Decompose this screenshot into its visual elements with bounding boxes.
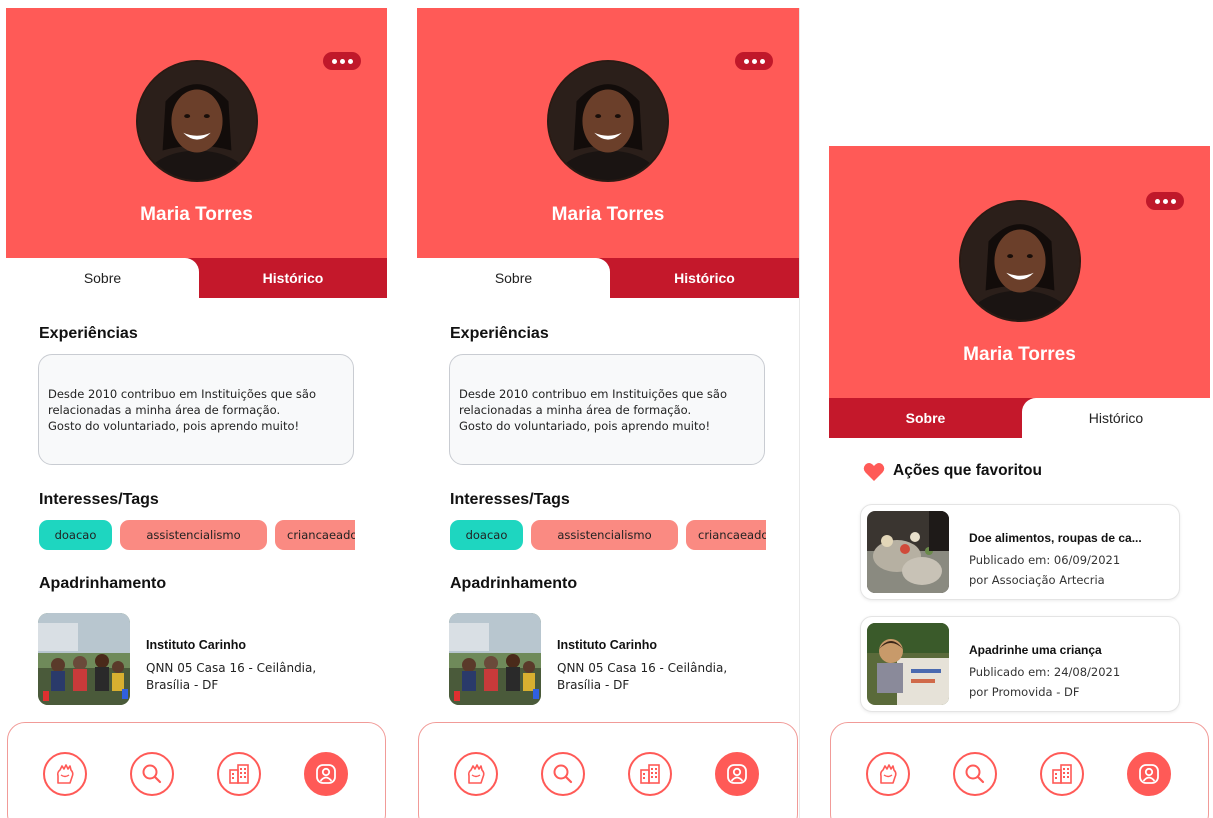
avatar	[135, 60, 258, 182]
bottom-navigation	[418, 722, 798, 818]
profile-header: Maria Torres	[417, 8, 799, 258]
nav-search[interactable]	[130, 752, 174, 796]
profile-header: Maria Torres	[6, 8, 387, 258]
favorite-card-title: Apadrinhe uma criança	[969, 643, 1102, 657]
nav-search[interactable]	[541, 752, 585, 796]
tag-chip[interactable]: doacao	[450, 520, 523, 550]
nav-hand-heart[interactable]	[866, 752, 910, 796]
avatar-photo	[549, 62, 667, 180]
nav-search[interactable]	[953, 752, 997, 796]
nav-institutions[interactable]	[1040, 752, 1084, 796]
experiences-title: Experiências	[450, 325, 549, 342]
sponsorship-title: Apadrinhamento	[39, 575, 167, 592]
profile-icon	[316, 764, 336, 784]
building-icon	[229, 764, 249, 784]
nav-profile[interactable]	[715, 752, 759, 796]
interests-title: Interesses/Tags	[39, 491, 159, 508]
tag-chip[interactable]: criancaeado	[686, 520, 766, 550]
nav-institutions[interactable]	[628, 752, 672, 796]
search-icon	[142, 764, 162, 784]
tab-about[interactable]: Sobre	[417, 258, 610, 298]
nav-hand-heart[interactable]	[43, 752, 87, 796]
avatar	[958, 200, 1081, 322]
sponsorship-title: Apadrinhamento	[450, 575, 578, 592]
profile-screen-about: Maria Torres Sobre Histórico Experiência…	[6, 8, 387, 818]
hand-heart-icon	[56, 764, 74, 784]
tab-history[interactable]: Histórico	[610, 258, 799, 298]
nav-profile[interactable]	[1127, 752, 1171, 796]
nav-institutions[interactable]	[217, 752, 261, 796]
profile-tabs: Sobre Histórico	[6, 258, 387, 298]
profile-name: Maria Torres	[963, 344, 1076, 365]
sponsor-name[interactable]: Instituto Carinho	[146, 638, 246, 652]
tag-chip[interactable]: assistencialismo	[531, 520, 678, 550]
more-options-button[interactable]	[1146, 192, 1184, 210]
favorite-card-org: por Associação Artecria	[969, 573, 1105, 587]
experiences-title: Experiências	[39, 325, 138, 342]
sponsor-address: QNN 05 Casa 16 - Ceilândia, Brasília - D…	[146, 661, 317, 692]
experiences-text: Desde 2010 contribuo em Instituições que…	[48, 386, 317, 433]
profile-screen-about-copy: Maria Torres Sobre Histórico Experiência…	[417, 8, 800, 818]
tab-history[interactable]: Histórico	[1022, 398, 1210, 438]
tab-about[interactable]: Sobre	[6, 258, 199, 298]
more-options-button[interactable]	[323, 52, 361, 70]
favorite-card[interactable]: Doe alimentos, roupas de ca... Publicado…	[860, 504, 1180, 600]
profile-icon	[727, 764, 747, 784]
profile-screen-history: Maria Torres Sobre Histórico Ações que f…	[829, 146, 1210, 818]
bottom-navigation	[7, 722, 386, 818]
profile-header: Maria Torres	[829, 146, 1210, 398]
more-options-button[interactable]	[735, 52, 773, 70]
favorite-card-date: Publicado em: 24/08/2021	[969, 665, 1121, 679]
nav-profile[interactable]	[304, 752, 348, 796]
profile-tabs: Sobre Histórico	[417, 258, 799, 298]
profile-name: Maria Torres	[551, 204, 665, 225]
favorite-card-org: por Promovida - DF	[969, 685, 1080, 699]
experiences-box: Desde 2010 contribuo em Instituições que…	[449, 354, 765, 465]
building-icon	[640, 764, 660, 784]
tag-chip[interactable]: criancaeado	[275, 520, 355, 550]
favorite-card[interactable]: Apadrinhe uma criança Publicado em: 24/0…	[860, 616, 1180, 712]
sponsor-photo[interactable]	[449, 613, 541, 705]
profile-tabs: Sobre Histórico	[829, 398, 1210, 438]
favorite-card-title: Doe alimentos, roupas de ca...	[969, 531, 1142, 545]
tag-chip[interactable]: doacao	[39, 520, 112, 550]
profile-icon	[1139, 764, 1159, 784]
search-icon	[553, 764, 573, 784]
search-icon	[965, 764, 985, 784]
sponsor-photo[interactable]	[38, 613, 130, 705]
sponsor-name[interactable]: Instituto Carinho	[557, 638, 657, 652]
bottom-navigation	[830, 722, 1209, 818]
tab-history[interactable]: Histórico	[199, 258, 387, 298]
experiences-box: Desde 2010 contribuo em Instituições que…	[38, 354, 354, 465]
avatar-photo	[137, 62, 256, 180]
favorite-card-photo	[867, 623, 949, 705]
experiences-text: Desde 2010 contribuo em Instituições que…	[459, 386, 728, 433]
building-icon	[1052, 764, 1072, 784]
hand-heart-icon	[879, 764, 897, 784]
interests-title: Interesses/Tags	[450, 491, 570, 508]
avatar	[547, 60, 669, 182]
favorite-card-date: Publicado em: 06/09/2021	[969, 553, 1121, 567]
favorite-card-photo	[867, 511, 949, 593]
tags-list[interactable]: doacao assistencialismo criancaeado	[39, 520, 355, 550]
avatar-photo	[960, 202, 1079, 320]
hand-heart-icon	[467, 764, 485, 784]
sponsor-address: QNN 05 Casa 16 - Ceilândia, Brasília - D…	[557, 661, 728, 692]
favorites-title: Ações que favoritou	[893, 462, 1042, 479]
tag-chip[interactable]: assistencialismo	[120, 520, 267, 550]
tags-list[interactable]: doacao assistencialismo criancaeado	[450, 520, 766, 550]
heart-icon	[863, 463, 885, 481]
tab-about[interactable]: Sobre	[829, 398, 1022, 438]
profile-name: Maria Torres	[140, 204, 253, 225]
nav-hand-heart[interactable]	[454, 752, 498, 796]
